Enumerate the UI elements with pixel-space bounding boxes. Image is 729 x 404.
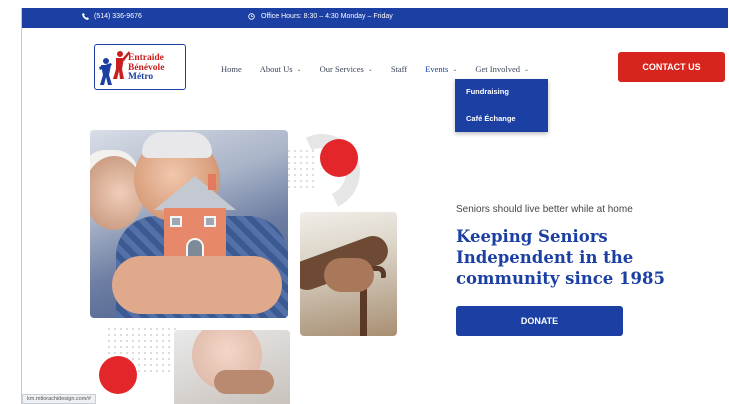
office-hours-text: Office Hours: 8:30 – 4:30 Monday – Frida… <box>261 13 393 20</box>
nav-item-label: Get Involved <box>475 64 520 74</box>
nav-item-get-involved[interactable]: Get Involved ⌄ <box>475 64 529 74</box>
hero-photo-senior-embrace <box>174 330 290 404</box>
hero-photo-seniors-holding-house <box>90 130 288 318</box>
chevron-down-icon: ⌄ <box>523 66 530 73</box>
contact-us-button[interactable]: CONTACT US <box>618 52 725 82</box>
hero-tagline: Seniors should live better while at home <box>456 204 633 215</box>
phone-icon <box>82 13 89 20</box>
nav-item-label: Our Services <box>319 64 364 74</box>
decorative-red-circle <box>99 356 137 394</box>
nav-item-our-services[interactable]: Our Services ⌄ <box>320 64 373 74</box>
chevron-down-icon: ⌄ <box>367 66 373 73</box>
nav-item-home[interactable]: Home <box>221 64 242 74</box>
menu-item-cafe-echange[interactable]: Café Échange <box>466 114 516 123</box>
decorative-red-circle <box>320 139 358 177</box>
nav-item-label: Events <box>425 64 449 74</box>
nav-item-label: About Us <box>259 64 293 74</box>
phone-contact[interactable]: (514) 336-9676 <box>82 13 142 20</box>
logo-wordmark: Entraide Bénévole Métro <box>128 53 164 83</box>
chevron-down-icon: ⌄ <box>296 66 302 73</box>
nav-item-events[interactable]: Events ⌄ <box>425 64 457 74</box>
donate-button[interactable]: DONATE <box>456 306 623 336</box>
top-info-bar: (514) 336-9676 Office Hours: 8:30 – 4:30… <box>22 8 728 28</box>
phone-number: (514) 336-9676 <box>94 13 142 20</box>
office-hours: Office Hours: 8:30 – 4:30 Monday – Frida… <box>248 13 393 20</box>
nav-item-label: Home <box>221 64 242 74</box>
menu-item-fundraising[interactable]: Fundraising <box>466 87 509 96</box>
clock-icon <box>248 13 255 20</box>
logo-figures-icon <box>99 51 130 85</box>
browser-status-url: km.mtlorachidesign.com/# <box>22 394 96 404</box>
site-logo[interactable]: Entraide Bénévole Métro <box>94 44 186 90</box>
chevron-down-icon: ⌄ <box>452 66 458 73</box>
hero-headline: Keeping Seniors Independent in the commu… <box>456 227 665 288</box>
logo-line-3: Métro <box>128 72 154 82</box>
webpage: (514) 336-9676 Office Hours: 8:30 – 4:30… <box>22 8 728 404</box>
main-navigation: Home About Us ⌄ Our Services ⌄ Staff Eve… <box>221 64 547 74</box>
events-dropdown-menu: Fundraising Café Échange <box>455 79 548 132</box>
nav-item-label: Staff <box>390 64 408 74</box>
hero-photo-hands-on-cane <box>300 212 397 336</box>
nav-item-about-us[interactable]: About Us ⌄ <box>260 64 302 74</box>
nav-item-staff[interactable]: Staff <box>391 64 407 74</box>
